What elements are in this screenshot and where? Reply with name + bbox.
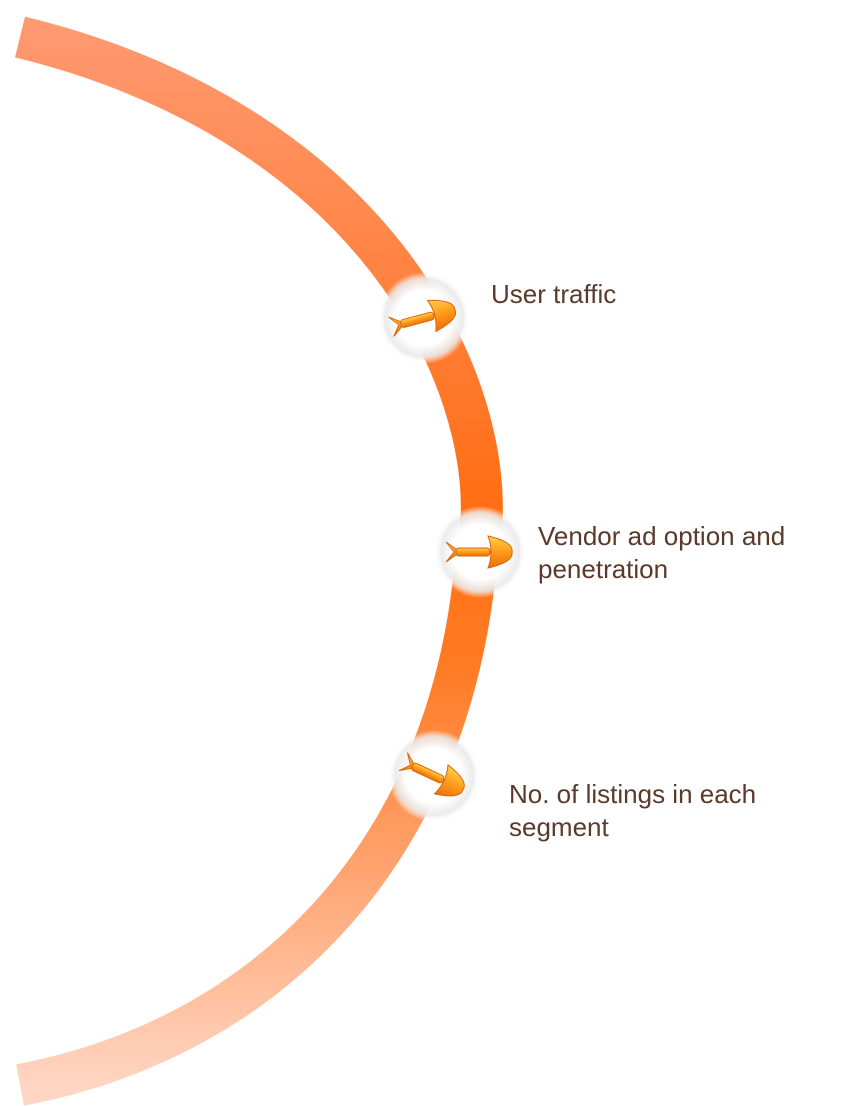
orange-arc	[14, 16, 503, 1106]
item-label-line: segment	[509, 812, 609, 842]
node-3	[388, 730, 480, 822]
item-label-line: penetration	[538, 554, 669, 584]
item-label-line: No. of listings in each	[509, 779, 757, 809]
node-2	[434, 506, 526, 598]
item-label-line: User traffic	[491, 279, 617, 309]
node-1	[378, 272, 470, 364]
item-label-user-traffic: User traffic	[491, 278, 616, 311]
item-label-line: Vendor ad option and	[538, 521, 786, 551]
item-label-listings: No. of listings in each segment	[509, 778, 756, 844]
item-label-vendor-ad-option: Vendor ad option and penetration	[538, 520, 785, 586]
